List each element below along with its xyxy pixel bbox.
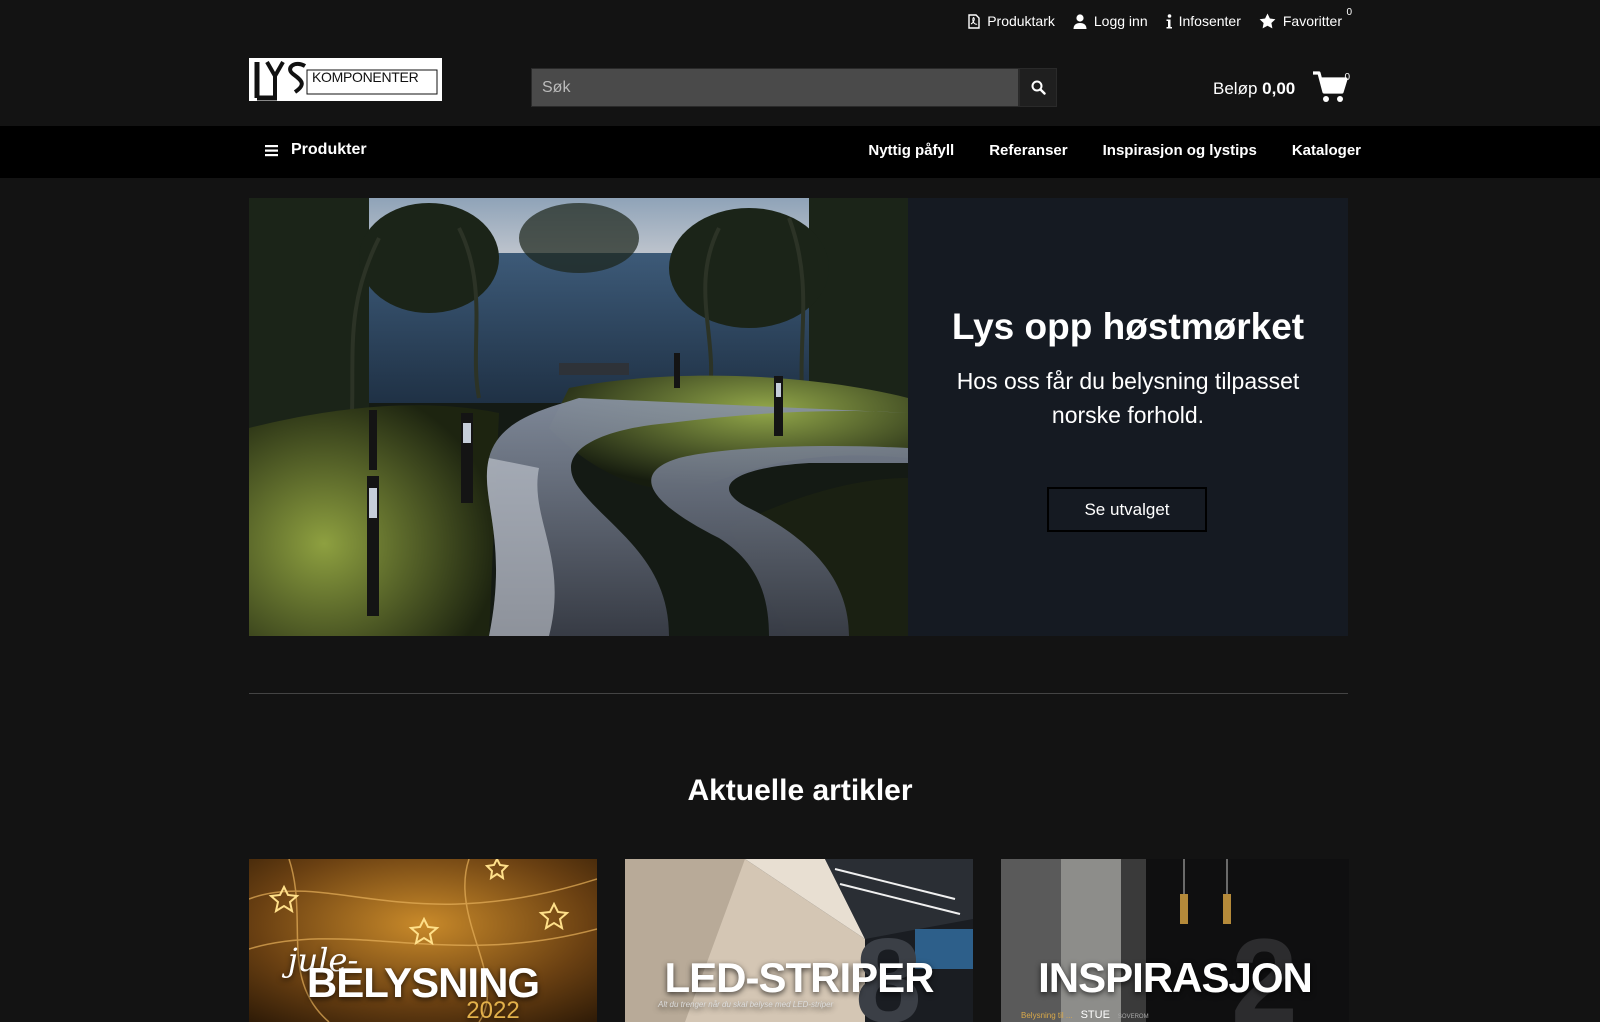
search-icon <box>1031 80 1046 95</box>
nav-item-inspirasjon[interactable]: Inspirasjon og lystips <box>1103 142 1257 159</box>
top-utility-bar: Produktark Logg inn Infosenter Favoritte… <box>0 0 1600 46</box>
garden-path-lighting-image <box>249 198 908 636</box>
product-sheet-link[interactable]: Produktark <box>968 13 1055 29</box>
cart-button[interactable]: 0 <box>1312 70 1350 104</box>
cart-count-badge: 0 <box>1344 72 1350 83</box>
info-center-label: Infosenter <box>1178 13 1241 29</box>
see-selection-button[interactable]: Se utvalget <box>1047 487 1207 532</box>
nav-item-nyttig-pafyll[interactable]: Nyttig påfyll <box>868 142 954 159</box>
nav-links: Nyttig påfyll Referanser Inspirasjon og … <box>833 142 1361 159</box>
article-card-inspirasjon[interactable]: 2 INSPIRASJON Belysning til ... STUE SOV… <box>1001 859 1349 1022</box>
article-cards: jule- BELYSNING 2022 8 LED-STRIPER Alt d… <box>249 859 1349 1022</box>
favorites-count-badge: 0 <box>1346 7 1352 18</box>
search-input[interactable] <box>531 68 1019 107</box>
favorites-link[interactable]: Favoritter 0 <box>1259 7 1352 29</box>
article-card-julebelysning[interactable]: jule- BELYSNING 2022 <box>249 859 597 1022</box>
pdf-file-icon <box>968 13 980 29</box>
hero-image[interactable] <box>249 198 908 636</box>
star-icon <box>1259 13 1276 29</box>
hero-banner: Lys opp høstmørket Hos oss får du belysn… <box>249 198 1348 636</box>
article-card-led-striper[interactable]: 8 LED-STRIPER Alt du trenger når du skal… <box>625 859 973 1022</box>
favorites-label: Favoritter <box>1282 13 1342 29</box>
articles-section-title: Aktuelle artikler <box>687 774 913 807</box>
top-links: Produktark Logg inn Infosenter Favoritte… <box>950 7 1352 29</box>
login-link[interactable]: Logg inn <box>1073 13 1148 29</box>
info-icon <box>1166 13 1172 28</box>
nav-item-kataloger[interactable]: Kataloger <box>1292 142 1361 159</box>
section-divider <box>249 693 1348 694</box>
info-center-link[interactable]: Infosenter <box>1166 13 1241 29</box>
amount-value: 0,00 <box>1262 79 1296 98</box>
user-icon <box>1073 13 1087 29</box>
card-3-line4: SOVEROM <box>1117 1014 1149 1020</box>
card-3-line3: STUE <box>1080 1009 1110 1021</box>
hero-text-panel: Lys opp høstmørket Hos oss får du belysn… <box>908 198 1348 636</box>
products-menu-button[interactable]: Produkter <box>265 141 367 159</box>
main-navigation: Produkter Nyttig påfyll Referanser Inspi… <box>0 126 1600 178</box>
hamburger-menu-icon <box>265 144 278 156</box>
nav-item-referanser[interactable]: Referanser <box>989 142 1067 159</box>
shopping-cart-icon <box>1313 71 1348 102</box>
card-3-line2: Belysning til ... <box>1021 1011 1073 1020</box>
search-button[interactable] <box>1019 68 1057 107</box>
card-2-line2: Alt du trenger når du skal belyse med LE… <box>658 1000 834 1009</box>
card-3-line1: INSPIRASJON <box>1038 954 1313 1001</box>
hero-title: Lys opp høstmørket <box>951 306 1305 347</box>
card-1-line3: 2022 <box>466 997 520 1022</box>
hero-subtitle: Hos oss får du belysning tilpasset norsk… <box>956 368 1300 428</box>
card-3-subline: Belysning til ... STUE SOVEROM <box>1021 1009 1149 1021</box>
products-menu-label: Produkter <box>291 141 367 158</box>
login-label: Logg inn <box>1093 13 1148 29</box>
amount-label: Beløp <box>1213 79 1258 98</box>
logo-text: KOMPONENTER <box>312 69 419 85</box>
card-2-line1: LED-STRIPER <box>664 954 934 1001</box>
product-sheet-label: Produktark <box>987 13 1055 29</box>
site-logo[interactable]: KOMPONENTER <box>249 58 442 101</box>
cart-amount: Beløp 0,00 <box>1213 79 1295 99</box>
search-bar <box>531 68 1057 107</box>
